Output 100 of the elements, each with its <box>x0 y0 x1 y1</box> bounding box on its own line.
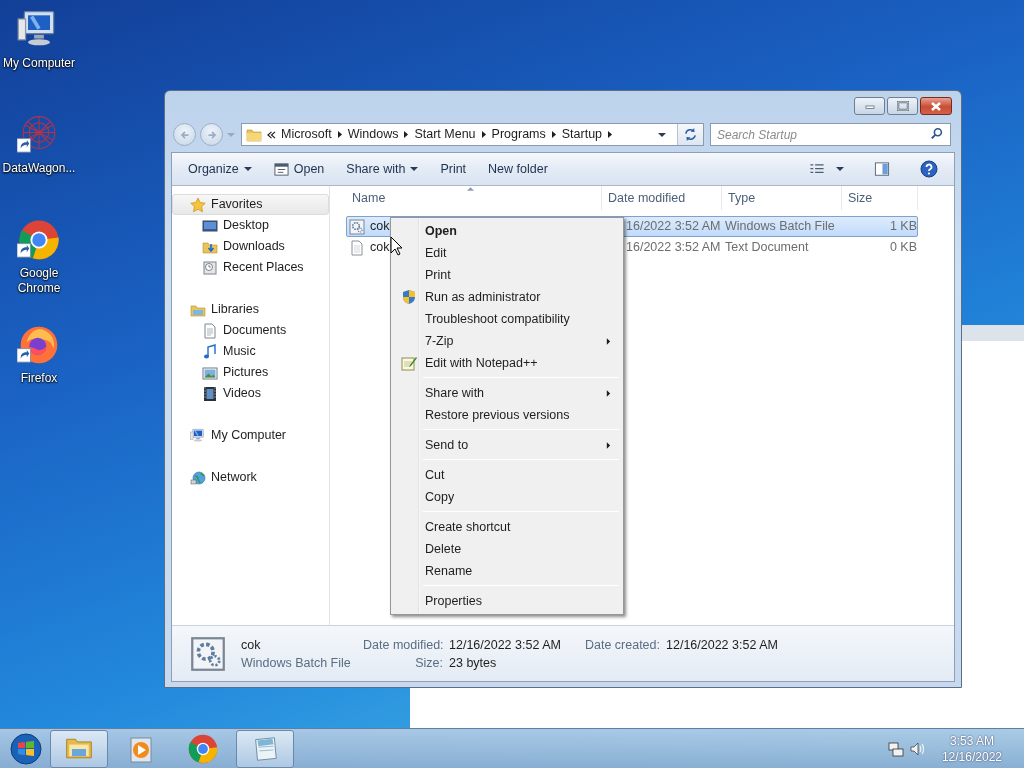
menu-item[interactable]: Create shortcut <box>393 516 621 538</box>
clock-time: 3:53 AM <box>948 732 995 749</box>
menu-item[interactable]: Edit with Notepad++ <box>393 352 621 374</box>
navigation-item[interactable]: Videos <box>172 383 329 404</box>
menu-item[interactable]: Delete <box>393 538 621 560</box>
detail-value: 23 bytes <box>449 654 498 672</box>
network-status-icon <box>887 740 904 757</box>
sort-arrow-icon <box>467 186 474 191</box>
preview-pane-icon <box>874 161 890 177</box>
close-button[interactable] <box>920 97 952 115</box>
navigation-item[interactable]: Recent Places <box>172 257 329 278</box>
taskbar-button[interactable] <box>236 729 294 768</box>
desktop-icon-label[interactable]: DataWagon... <box>2 161 76 176</box>
breadcrumb-item[interactable]: Start Menu <box>414 125 476 144</box>
breadcrumb-arrow-icon <box>336 130 343 139</box>
address-bar[interactable]: Microsoft Windows Start Menu Programs Startup <box>241 123 704 146</box>
maximize-button[interactable] <box>887 97 918 115</box>
menu-item[interactable]: Copy <box>393 486 621 508</box>
toolbar-button[interactable]: New folder <box>480 156 556 182</box>
navigation-item[interactable]: Music <box>172 341 329 362</box>
text-file-icon <box>349 239 365 256</box>
gear-file-icon <box>189 635 227 672</box>
menu-item[interactable]: Restore previous versions <box>393 404 621 426</box>
desktop-icon-label[interactable]: My Computer <box>3 56 75 71</box>
breadcrumb-arrow-icon <box>480 130 487 139</box>
document-icon <box>202 322 218 339</box>
close-icon <box>930 100 942 112</box>
desktop-icon-label[interactable]: Firefox <box>20 371 58 386</box>
table-cell-text: Windows Batch File <box>724 218 836 236</box>
computer-icon <box>190 427 206 444</box>
table-cell-text: 16/2022 3:52 AM <box>625 218 722 236</box>
breadcrumb-item[interactable]: Microsoft <box>281 125 332 144</box>
address-dropdown-icon[interactable] <box>658 132 666 137</box>
caret-icon <box>243 167 252 171</box>
menu-item[interactable]: 7-Zip <box>393 330 621 352</box>
recent-places-icon <box>202 259 218 276</box>
menu-item[interactable]: Troubleshoot compatibility <box>393 308 621 330</box>
menu-item[interactable]: Print <box>393 264 621 286</box>
toolbar-button[interactable]: Share with <box>338 156 427 182</box>
breadcrumb-arrow-icon <box>403 130 410 139</box>
file-type: Windows Batch File <box>241 654 352 672</box>
breadcrumb-arrow-icon <box>550 130 557 139</box>
refresh-icon <box>683 127 698 142</box>
maximize-icon <box>896 101 909 111</box>
table-cell-text: 0 KB <box>888 239 918 257</box>
table-cell-text: 1 KB <box>888 218 918 236</box>
navigation-item[interactable]: Favorites <box>172 194 329 215</box>
clock-date: 12/16/2022 <box>941 748 1002 765</box>
breadcrumb-item[interactable]: Programs <box>491 125 546 144</box>
navigation-item[interactable]: Downloads <box>172 236 329 257</box>
chrome-icon <box>187 732 219 765</box>
navigation-item[interactable]: My Computer <box>172 425 329 446</box>
search-field[interactable]: Search Startup <box>710 123 951 146</box>
help-icon <box>920 160 938 178</box>
menu-item[interactable]: Send to <box>393 434 621 456</box>
toolbar-button[interactable]: Print <box>432 156 475 182</box>
mouse-pointer-icon <box>390 236 403 256</box>
menu-item[interactable]: Run as administrator <box>393 286 621 308</box>
refresh-button[interactable] <box>677 124 703 145</box>
globe-icon <box>190 469 206 486</box>
breadcrumb-item[interactable]: Windows <box>347 125 399 144</box>
window-icon <box>273 161 289 177</box>
detail-label: Date modified: <box>363 636 443 654</box>
speaker-icon <box>909 740 926 757</box>
shield-icon <box>401 289 417 305</box>
toolbar-button[interactable]: Organize <box>180 156 260 182</box>
gear-file-icon <box>349 218 365 235</box>
menu-item[interactable]: Properties <box>393 590 621 612</box>
navigation-item[interactable]: Libraries <box>172 299 329 320</box>
file-name: cok <box>370 218 390 236</box>
navigation-item[interactable]: Desktop <box>172 215 329 236</box>
detail-value: 12/16/2022 3:52 AM <box>449 636 562 654</box>
breadcrumb-item[interactable]: Startup <box>561 125 603 144</box>
desktop-icon <box>202 217 218 234</box>
submenu-arrow-icon <box>606 440 611 450</box>
picture-icon <box>202 364 218 381</box>
menu-item[interactable]: Rename <box>393 560 621 582</box>
file-name: cok <box>370 239 390 257</box>
caret-icon <box>836 167 844 171</box>
notepad-icon <box>401 355 417 371</box>
folder-icon <box>246 126 262 143</box>
navigation-item[interactable]: Network <box>172 467 329 488</box>
detail-label: Size: <box>414 654 443 672</box>
navigation-item[interactable]: Documents <box>172 320 329 341</box>
table-cell-text: Text Document <box>724 239 810 257</box>
column-header[interactable]: Size <box>842 186 918 210</box>
search-icon <box>930 127 944 141</box>
minimize-button[interactable] <box>854 97 885 115</box>
column-header[interactable]: Date modified <box>602 186 722 210</box>
submenu-arrow-icon <box>606 388 611 398</box>
column-header[interactable]: Type <box>722 186 842 210</box>
toolbar-button[interactable]: Open <box>265 156 333 182</box>
menu-item[interactable]: Share with <box>393 382 621 404</box>
desktop-icon-label[interactable]: Google Chrome <box>1 266 77 296</box>
navigation-item[interactable]: Pictures <box>172 362 329 383</box>
film-icon <box>202 385 218 402</box>
menu-item[interactable]: Cut <box>393 464 621 486</box>
windows-logo-icon <box>10 732 42 765</box>
breadcrumb-arrow-icon <box>607 130 614 139</box>
taskbar-button[interactable] <box>50 729 108 768</box>
